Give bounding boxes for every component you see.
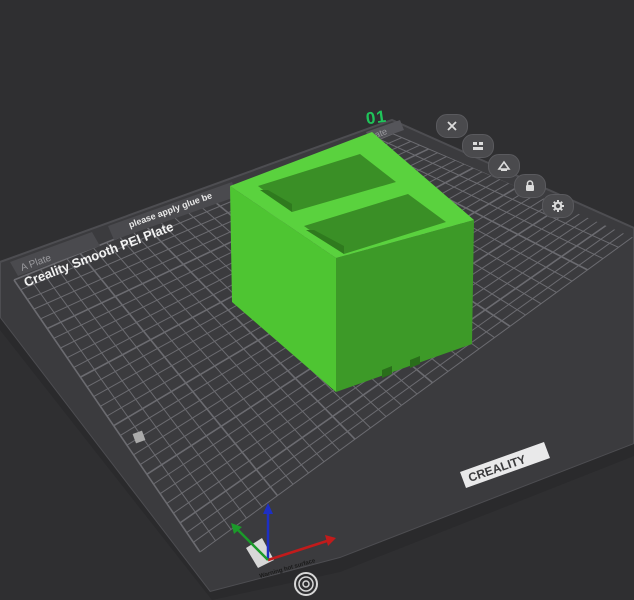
arrange-icon (473, 142, 483, 150)
orient-icon (497, 160, 511, 171)
arrange-plate-button[interactable] (462, 134, 494, 158)
lock-plate-button[interactable] (514, 174, 546, 198)
close-icon (447, 121, 457, 131)
3d-viewport[interactable]: A Plate please apply glue be ate Crealit… (0, 0, 634, 600)
orient-plate-button[interactable] (488, 154, 520, 178)
fingerprint-icon (294, 572, 318, 596)
plate-settings-button[interactable] (542, 194, 574, 218)
close-plate-button[interactable] (436, 114, 468, 138)
gear-icon (552, 200, 564, 212)
plate-number: 01 (364, 106, 389, 129)
lock-icon (526, 180, 534, 191)
